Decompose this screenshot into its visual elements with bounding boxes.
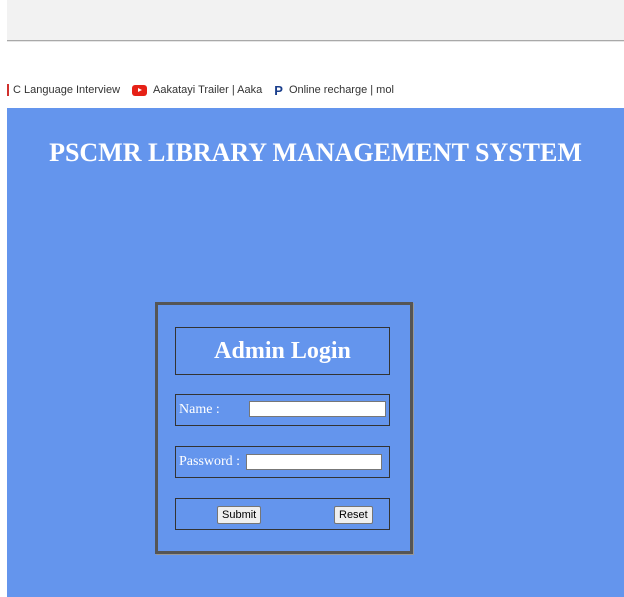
page-content: PSCMR LIBRARY MANAGEMENT SYSTEM Admin Lo…: [7, 108, 624, 597]
bookmark-label: Aakatayi Trailer | Aaka: [153, 84, 263, 96]
password-row: Password :: [175, 446, 390, 478]
browser-toolbar: [7, 0, 624, 41]
bookmark-icon: [7, 84, 9, 96]
paytm-icon: P: [274, 82, 283, 98]
buttons-row: Submit Reset: [175, 498, 390, 530]
name-label: Name :: [179, 402, 220, 417]
bookmark-label: C Language Interview: [13, 84, 121, 96]
submit-button[interactable]: Submit: [217, 506, 262, 524]
youtube-icon: [132, 84, 148, 96]
login-heading: Admin Login: [214, 337, 351, 364]
name-row: Name :: [175, 394, 390, 426]
bookmark-label: Online recharge | mol: [288, 84, 394, 96]
bookmarks-bar: C Language Interview Aakatayi Trailer | …: [7, 72, 624, 108]
password-label: Password :: [179, 454, 241, 469]
bookmark-c-language[interactable]: C Language Interview: [7, 84, 120, 96]
bookmark-online-recharge[interactable]: P Online recharge | mol: [274, 83, 394, 98]
bookmark-aakatayi[interactable]: Aakatayi Trailer | Aaka: [132, 84, 262, 96]
name-input[interactable]: [249, 401, 386, 417]
page-title: PSCMR LIBRARY MANAGEMENT SYSTEM: [49, 138, 582, 167]
login-form: Admin Login Name : Password : Submit Res…: [155, 302, 413, 554]
password-input[interactable]: [246, 454, 382, 470]
reset-button[interactable]: Reset: [334, 506, 373, 524]
browser-address-area: [7, 41, 624, 72]
login-heading-cell: Admin Login: [175, 327, 390, 375]
